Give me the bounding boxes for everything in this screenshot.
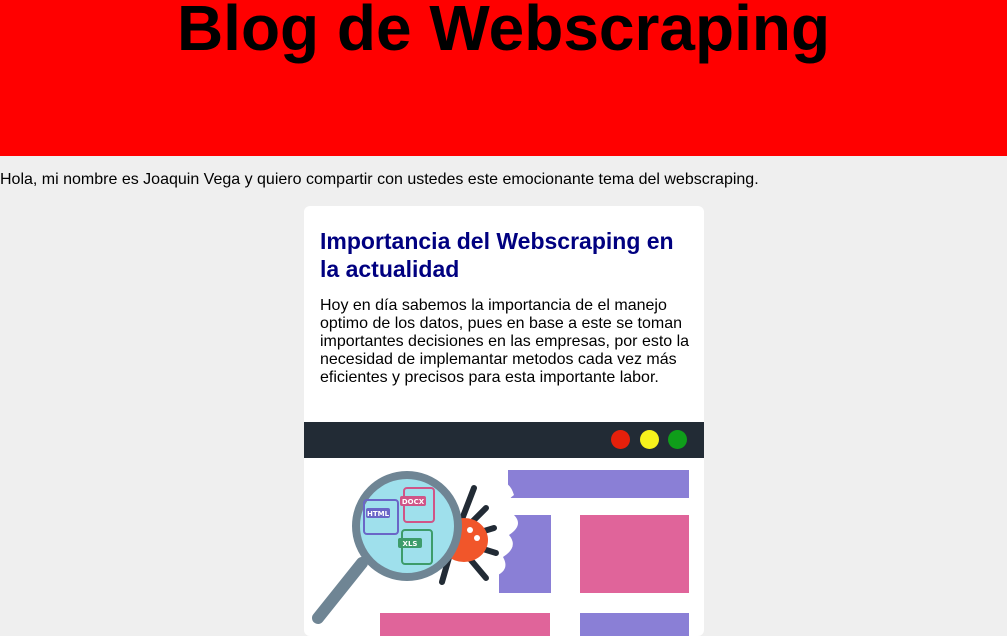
docx-file-label: DOCX	[402, 498, 425, 506]
browser-window-bar	[304, 422, 704, 458]
html-file-label: HTML	[367, 510, 390, 518]
article-body: Hoy en día sabemos la importancia de el …	[320, 297, 690, 386]
page-footer-block-right	[580, 613, 689, 636]
magnifying-glass-icon: HTML DOCX XLS	[312, 471, 462, 624]
page-footer-block-left	[380, 613, 550, 636]
green-dot-icon	[668, 430, 687, 449]
intro-text: Hola, mi nombre es Joaquin Vega y quiero…	[0, 171, 759, 188]
site-header: Blog de Webscraping	[0, 0, 1007, 156]
red-dot-icon	[611, 430, 630, 449]
xls-file-label: XLS	[403, 540, 418, 548]
page-image-block	[580, 515, 689, 593]
article-title: Importancia del Webscraping en la actual…	[320, 228, 674, 282]
webscraping-illustration: HTML DOCX XLS	[312, 470, 689, 636]
yellow-dot-icon	[640, 430, 659, 449]
article-card: Importancia del Webscraping en la actual…	[304, 206, 704, 636]
page-header-block	[508, 470, 689, 498]
site-title: Blog de Webscraping	[176, 0, 831, 64]
